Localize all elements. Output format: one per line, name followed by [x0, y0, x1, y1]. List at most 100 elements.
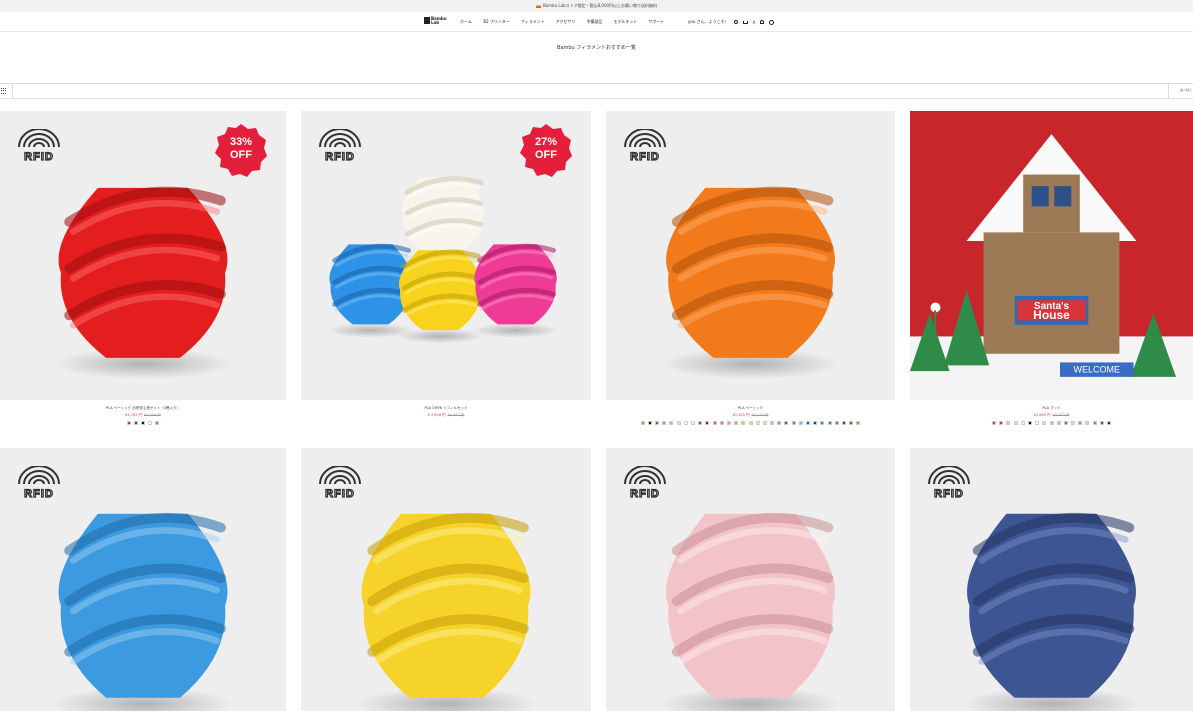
compare-price: ¥7,136 円 [144, 413, 161, 417]
color-swatch[interactable] [1071, 421, 1076, 425]
search-icon[interactable] [733, 20, 738, 24]
product-name[interactable]: PLA CMYK リフィルセット [301, 406, 591, 411]
color-swatch[interactable] [1006, 421, 1011, 425]
nav-item-accessories[interactable]: アクセサリ [556, 19, 576, 25]
color-swatch[interactable] [813, 421, 818, 425]
color-swatch[interactable] [1099, 421, 1104, 425]
globe-icon[interactable] [769, 19, 775, 25]
language-switch[interactable]: A [753, 20, 756, 25]
product-card[interactable]: RFID [606, 448, 895, 711]
compare-price: ¥4,967 円 [447, 413, 465, 417]
color-swatch[interactable] [1107, 421, 1111, 425]
product-price: ¥2,850 円 ¥3,350 円 [910, 413, 1193, 418]
site-header: Bambu Lab ホーム 3D プリンター フィラメント アクセサリ 予備部品… [0, 12, 1193, 32]
color-swatch[interactable] [148, 421, 153, 425]
product-image[interactable]: RFID 33% OFF [0, 111, 286, 400]
color-swatch[interactable] [1035, 421, 1040, 425]
color-swatch[interactable] [1027, 421, 1032, 425]
product-image[interactable]: Santa's House WELCOME [910, 111, 1193, 400]
color-swatch[interactable] [662, 421, 667, 425]
discount-percent: 33% [229, 136, 253, 148]
color-swatch[interactable] [133, 421, 138, 425]
nav-item-spare-parts[interactable]: 予備部品 [586, 19, 602, 25]
product-card[interactable]: RFID 27% OFF PLA CMYK リフィルセット ¥ 3,626 円 ¥4,9… [301, 111, 591, 441]
color-swatch[interactable] [1078, 421, 1083, 425]
color-swatch[interactable] [1063, 421, 1068, 425]
product-image[interactable]: RFID 27% OFF [301, 111, 591, 400]
cart-icon[interactable] [742, 20, 748, 24]
account-icon[interactable] [760, 20, 765, 24]
color-swatch[interactable] [784, 421, 789, 425]
sale-price: ¥2,850 円 [1033, 413, 1051, 417]
color-swatch[interactable] [655, 421, 660, 425]
color-swatch[interactable] [726, 421, 731, 425]
svg-text:House: House [1033, 308, 1070, 322]
color-swatch[interactable] [1020, 421, 1025, 425]
color-swatch[interactable] [1056, 421, 1061, 425]
color-swatch[interactable] [856, 421, 861, 425]
product-image[interactable]: RFID [301, 448, 591, 711]
nav-item-printers[interactable]: 3D プリンター [483, 19, 510, 25]
color-swatch[interactable] [126, 421, 131, 425]
color-swatch[interactable] [999, 421, 1004, 425]
color-swatch[interactable] [827, 421, 832, 425]
sort-dropdown[interactable]: 並べ替え [1180, 88, 1192, 92]
nav-item-model-kits[interactable]: モデルキット [613, 19, 637, 25]
color-swatch[interactable] [1013, 421, 1018, 425]
product-image[interactable]: RFID [606, 111, 895, 400]
color-swatch[interactable] [647, 421, 652, 425]
color-swatch[interactable] [698, 421, 703, 425]
color-swatch[interactable] [719, 421, 724, 425]
color-swatch[interactable] [762, 421, 767, 425]
product-card[interactable]: Santa's House WELCOME PLA マット ¥2,850 円 ¥3,… [910, 111, 1193, 441]
color-swatch[interactable] [992, 421, 996, 425]
color-swatch[interactable] [691, 421, 695, 425]
svg-text:RFID: RFID [24, 151, 54, 163]
nav-item-support[interactable]: サポート [648, 19, 664, 25]
color-swatch[interactable] [705, 421, 710, 425]
color-swatch[interactable] [712, 421, 717, 425]
color-swatch[interactable] [676, 421, 681, 425]
color-swatch[interactable] [1049, 421, 1054, 425]
product-card[interactable]: RFID [910, 448, 1193, 711]
product-card[interactable]: RFID PLA ベーシック ¥2,425 円 ¥3,130 円 [606, 111, 895, 441]
color-swatch[interactable] [640, 421, 645, 425]
welcome-text[interactable]: you さん、ようこそ！ [688, 19, 729, 25]
color-swatch[interactable] [683, 421, 688, 425]
color-swatch[interactable] [1092, 421, 1097, 425]
color-swatch[interactable] [741, 421, 746, 425]
product-image[interactable]: RFID [910, 448, 1193, 711]
color-swatches [606, 421, 895, 425]
product-name[interactable]: PLA マット [910, 406, 1193, 411]
sale-price: ¥4,782 円 [125, 413, 142, 417]
nav-item-home[interactable]: ホーム [460, 19, 472, 25]
product-card[interactable]: RFID 33% OFF PLA ベーシック 出来栄え良セット（4巻入り） ¥4,78… [0, 111, 286, 441]
color-swatch[interactable] [849, 421, 854, 425]
product-name[interactable]: PLA ベーシック [606, 406, 895, 411]
color-swatch[interactable] [1042, 421, 1047, 425]
color-swatch[interactable] [791, 421, 796, 425]
color-swatch[interactable] [755, 421, 760, 425]
color-swatch[interactable] [834, 421, 839, 425]
product-image[interactable]: RFID [606, 448, 895, 711]
color-swatch[interactable] [770, 421, 775, 425]
color-swatch[interactable] [669, 421, 674, 425]
grid-view-icon[interactable] [0, 87, 6, 95]
product-name[interactable]: PLA ベーシック 出来栄え良セット（4巻入り） [0, 406, 286, 411]
nav-item-filament[interactable]: フィラメント [521, 19, 545, 25]
color-swatch[interactable] [155, 421, 160, 425]
color-swatch[interactable] [141, 421, 145, 425]
color-swatch[interactable] [841, 421, 846, 425]
color-swatch[interactable] [748, 421, 753, 425]
product-image[interactable]: RFID [0, 448, 286, 711]
product-card[interactable]: RFID [0, 448, 286, 711]
color-swatch[interactable] [798, 421, 803, 425]
color-swatch[interactable] [806, 421, 810, 425]
color-swatch[interactable] [820, 421, 825, 425]
color-swatch[interactable] [1085, 421, 1090, 425]
logo[interactable]: Bambu Lab [424, 17, 453, 24]
announcement-bar: Bambu Labストア限定・税込8,000円以上お買い物で送料無料 [0, 0, 1193, 12]
color-swatch[interactable] [777, 421, 782, 425]
product-card[interactable]: RFID [301, 448, 591, 711]
color-swatch[interactable] [734, 421, 739, 425]
